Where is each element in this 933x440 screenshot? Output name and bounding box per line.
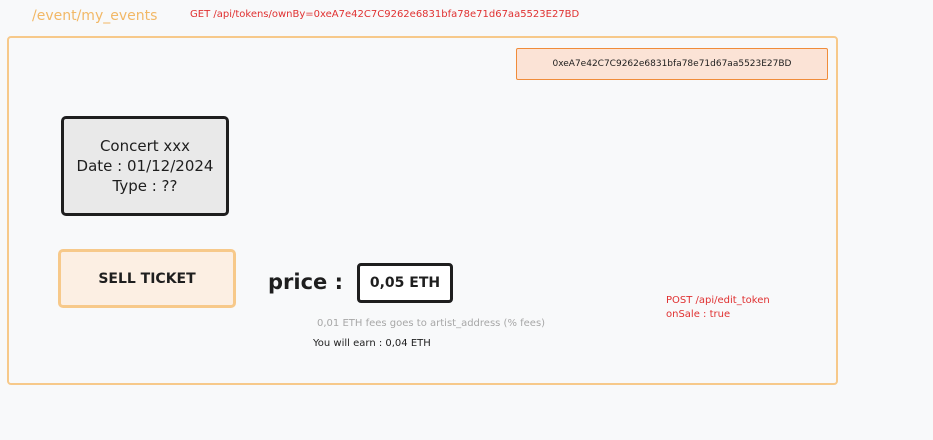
event-name: Concert xxx <box>99 137 191 155</box>
event-type: Type : ?? <box>112 177 178 195</box>
wallet-address-badge: 0xeA7e42C7C9262e6831bfa78e71d67aa5523E27… <box>516 48 828 80</box>
event-date: Date : 01/12/2024 <box>76 157 214 175</box>
fees-note: 0,01 ETH fees goes to artist_address (% … <box>317 318 546 329</box>
price-input[interactable]: 0,05 ETH <box>357 263 453 303</box>
sell-ticket-button[interactable]: SELL TICKET <box>58 249 236 308</box>
event-card[interactable]: Concert xxx Date : 01/12/2024 Type : ?? <box>61 116 229 216</box>
price-label: price : <box>268 270 343 294</box>
api-post-endpoint: POST /api/edit_token <box>666 295 770 306</box>
api-post-annotation: POST /api/edit_token onSale : true <box>666 294 770 322</box>
earn-note: You will earn : 0,04 ETH <box>313 338 431 349</box>
api-get-annotation: GET /api/tokens/ownBy=0xeA7e42C7C9262e68… <box>190 9 580 20</box>
api-post-payload: onSale : true <box>666 309 731 320</box>
route-path: /event/my_events <box>32 8 158 24</box>
